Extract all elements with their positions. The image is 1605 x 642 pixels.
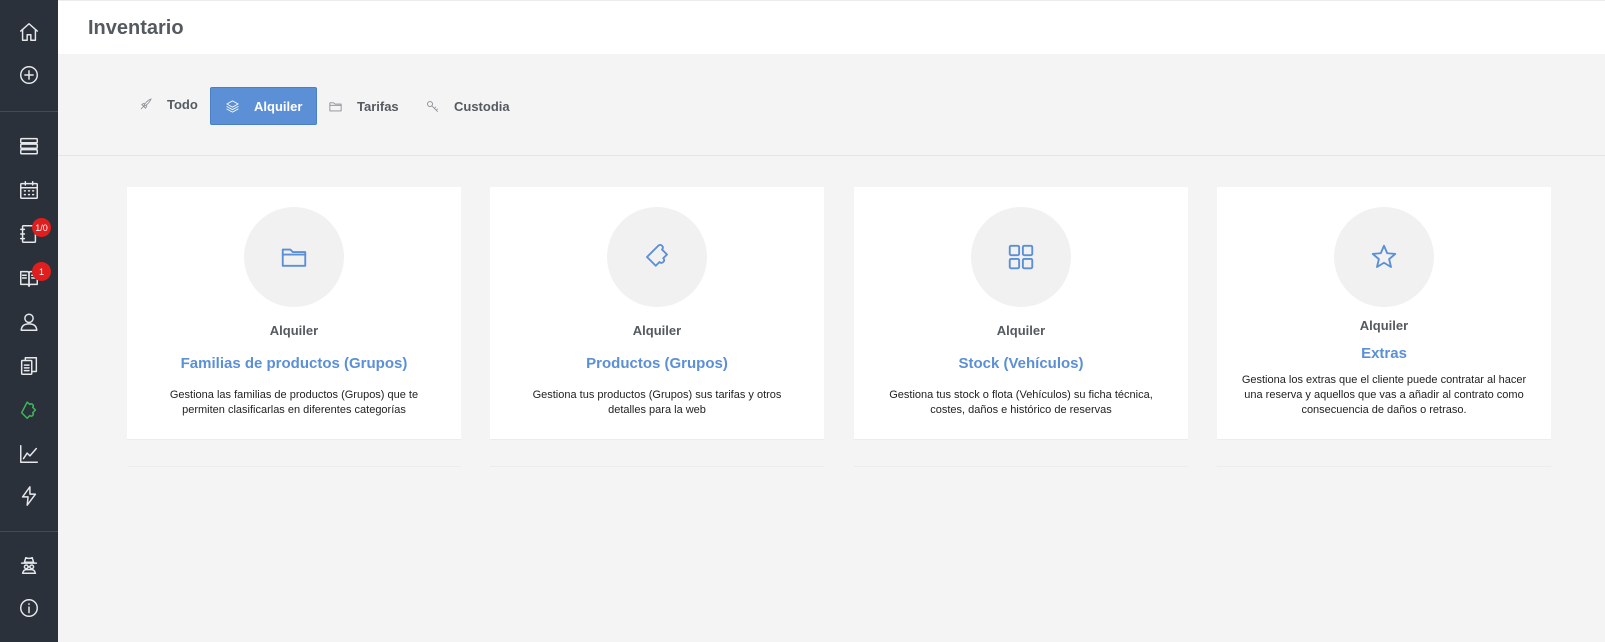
card-icon-circle — [1334, 207, 1434, 307]
card-title[interactable]: Stock (Vehículos) — [854, 355, 1188, 372]
sidebar-item-server[interactable] — [0, 126, 58, 166]
card-divider — [1217, 466, 1551, 467]
sidebar-item-home[interactable] — [0, 12, 58, 52]
puzzle-icon — [20, 401, 37, 419]
sidebar-item-notebook[interactable] — [0, 214, 58, 254]
sidebar-item-book[interactable] — [0, 258, 58, 298]
card-divider — [854, 466, 1188, 467]
card-title[interactable]: Extras — [1217, 345, 1551, 362]
card-category: Alquiler — [269, 323, 319, 338]
sidebar-item-stats[interactable] — [0, 434, 58, 474]
card-extras[interactable]: Alquiler Extras Gestiona los extras que … — [1217, 187, 1551, 440]
tab-label: Tarifas — [357, 98, 399, 114]
sidebar-item-calendar[interactable] — [0, 170, 58, 210]
star-icon — [1371, 244, 1397, 268]
tab-label: Todo — [167, 96, 198, 112]
plus-circle-icon — [20, 66, 38, 84]
spy-icon — [20, 556, 38, 574]
key-icon — [427, 100, 438, 112]
sidebar: 1/0 1 — [0, 0, 58, 642]
sidebar-item-user[interactable] — [0, 302, 58, 342]
card-description: Gestiona tus stock o flota (Vehículos) s… — [889, 389, 1153, 416]
user-icon — [20, 313, 38, 331]
rocket-icon — [140, 97, 152, 109]
card-description: Gestiona las familias de productos (Grup… — [169, 389, 419, 416]
tab-tarifas[interactable]: Tarifas — [314, 87, 413, 125]
bolt-icon — [21, 486, 37, 506]
tab-todo[interactable]: Todo — [124, 85, 212, 123]
card-category: Alquiler — [996, 323, 1046, 338]
top-bar: Inventario — [58, 0, 1605, 54]
layers-icon — [226, 99, 239, 113]
calendar-icon — [20, 181, 38, 199]
puzzle-icon — [646, 243, 668, 267]
server-icon — [20, 137, 38, 155]
sidebar-item-info[interactable] — [0, 588, 58, 628]
documents-icon — [20, 357, 38, 375]
home-icon — [20, 23, 38, 41]
folder-icon — [281, 248, 307, 267]
sidebar-item-new[interactable] — [0, 55, 58, 95]
card-title[interactable]: Familias de productos (Grupos) — [127, 355, 461, 372]
card-description: Gestiona los extras que el cliente puede… — [1241, 374, 1527, 416]
card-title[interactable]: Productos (Grupos) — [490, 355, 824, 372]
info-icon — [20, 599, 38, 617]
card-stock[interactable]: Alquiler Stock (Vehículos) Gestiona tus … — [854, 187, 1188, 440]
sidebar-divider — [0, 531, 58, 532]
page-title: Inventario — [88, 17, 184, 39]
tab-label: Custodia — [454, 98, 510, 114]
card-icon-circle — [971, 207, 1071, 307]
sidebar-item-spy[interactable] — [0, 545, 58, 585]
card-divider — [127, 466, 461, 467]
chart-icon — [20, 445, 38, 463]
sidebar-badge-notebook: 1/0 — [32, 218, 51, 237]
sidebar-item-automation[interactable] — [0, 476, 58, 516]
card-icon-circle — [607, 207, 707, 307]
grid-icon — [1008, 244, 1034, 270]
card-description: Gestiona tus productos (Grupos) sus tari… — [532, 389, 782, 416]
card-productos[interactable]: Alquiler Productos (Grupos) Gestiona tus… — [490, 187, 824, 440]
card-icon-circle — [244, 207, 344, 307]
card-category: Alquiler — [1359, 318, 1409, 333]
sidebar-item-inventory[interactable] — [0, 390, 58, 430]
tab-label: Alquiler — [254, 98, 303, 114]
sidebar-badge-book: 1 — [32, 262, 51, 281]
card-category: Alquiler — [632, 323, 682, 338]
sidebar-divider — [0, 111, 58, 112]
filter-tabs: Todo Alquiler Tarifas Custodia — [58, 54, 1605, 156]
sidebar-item-documents[interactable] — [0, 346, 58, 386]
tab-custodia[interactable]: Custodia — [411, 87, 524, 125]
folder-icon — [329, 101, 342, 111]
card-divider — [490, 466, 824, 467]
tab-alquiler[interactable]: Alquiler — [210, 87, 318, 125]
card-familias[interactable]: Alquiler Familias de productos (Grupos) … — [127, 187, 461, 440]
